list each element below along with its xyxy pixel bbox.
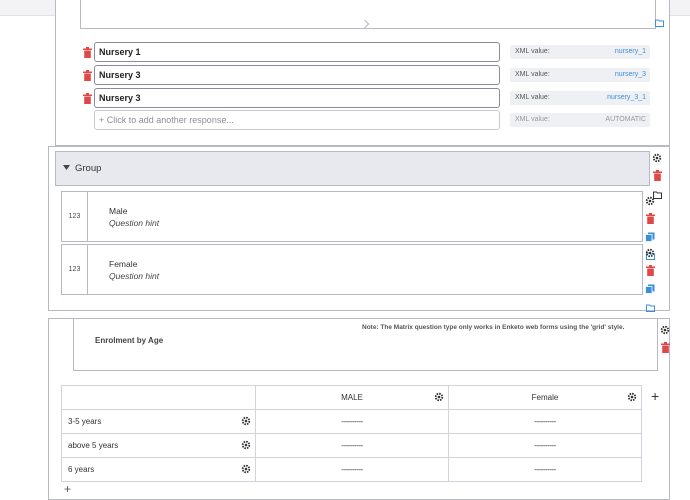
matrix-row-header[interactable]: 6 years	[61, 457, 256, 482]
question-actions	[644, 245, 656, 317]
row-label[interactable]: 6 years	[68, 465, 94, 474]
add-response-input[interactable]: + Click to add another response...	[94, 110, 500, 130]
response-label-input[interactable]: Nursery 3	[94, 88, 500, 108]
column-label[interactable]: Female	[532, 393, 559, 402]
response-label-input[interactable]: Nursery 1	[94, 42, 500, 62]
gear-icon[interactable]	[627, 392, 637, 402]
trash-icon[interactable]	[82, 69, 92, 81]
xml-value[interactable]: nursery_3_1	[607, 91, 646, 105]
xml-value-label: XML value:	[515, 94, 550, 101]
gear-icon[interactable]	[659, 324, 671, 336]
trash-icon[interactable]	[82, 92, 92, 104]
xml-value-box[interactable]: XML value: nursery_1	[510, 45, 650, 59]
gear-icon[interactable]	[241, 416, 251, 426]
question-label[interactable]: Female	[109, 259, 137, 269]
group-title[interactable]: Group	[75, 163, 101, 174]
matrix-row-header[interactable]: 3-5 years	[61, 409, 256, 434]
matrix-header-row: MALE Female	[61, 385, 642, 410]
trash-icon[interactable]	[644, 265, 656, 277]
question-hint[interactable]: Question hint	[109, 218, 159, 228]
gear-icon[interactable]	[241, 464, 251, 474]
matrix-table: MALE Female 3-5 years ---------- -------…	[61, 385, 642, 482]
matrix-cell[interactable]: ----------	[448, 433, 642, 458]
xml-value[interactable]: nursery_1	[615, 45, 646, 59]
trash-icon[interactable]	[82, 46, 92, 58]
matrix-column-header[interactable]: Female	[448, 385, 642, 410]
xml-value-label: XML value:	[515, 116, 550, 123]
add-column-button[interactable]: +	[651, 388, 659, 404]
matrix-actions	[659, 322, 671, 358]
xml-value[interactable]: nursery_3	[615, 68, 646, 82]
xml-value-box[interactable]: XML value: nursery_3	[510, 68, 650, 82]
question-card-female[interactable]: 123 Female Question hint	[61, 244, 643, 295]
group-header[interactable]: Group	[55, 151, 650, 186]
matrix-title[interactable]: Enrolment by Age	[95, 336, 163, 345]
duplicate-icon[interactable]	[644, 283, 656, 295]
matrix-row: 6 years ---------- ----------	[61, 457, 642, 482]
add-row-button[interactable]: +	[64, 483, 71, 495]
question-label[interactable]: Male	[109, 206, 127, 216]
folder-icon[interactable]	[654, 18, 664, 28]
row-label[interactable]: 3-5 years	[68, 417, 101, 426]
matrix-corner-cell	[61, 385, 256, 410]
xml-value-automatic: AUTOMATIC	[605, 116, 646, 123]
matrix-cell[interactable]: ----------	[255, 457, 449, 482]
integer-type-icon: 123	[62, 192, 88, 241]
caret-down-icon[interactable]	[63, 165, 70, 170]
matrix-cell[interactable]: ----------	[255, 433, 449, 458]
duplicate-icon[interactable]	[644, 231, 656, 243]
xml-value-box: XML value: AUTOMATIC	[510, 113, 650, 127]
question-hint[interactable]: Question hint	[109, 271, 159, 281]
trash-icon[interactable]	[659, 342, 671, 354]
row-label[interactable]: above 5 years	[68, 441, 118, 450]
xml-value-label: XML value:	[515, 71, 550, 78]
matrix-column-header[interactable]: MALE	[255, 385, 449, 410]
xml-value-label: XML value:	[515, 48, 550, 55]
gear-icon[interactable]	[644, 247, 656, 259]
matrix-cell[interactable]: ----------	[448, 457, 642, 482]
gear-icon[interactable]	[644, 195, 656, 207]
matrix-cell[interactable]: ----------	[448, 409, 642, 434]
integer-type-icon: 123	[62, 245, 88, 294]
question-card-male[interactable]: 123 Male Question hint	[61, 191, 643, 242]
response-label-input[interactable]: Nursery 3	[94, 65, 500, 85]
matrix-row: 3-5 years ---------- ----------	[61, 409, 642, 434]
folder-icon[interactable]	[644, 302, 656, 314]
matrix-cell[interactable]: ----------	[255, 409, 449, 434]
matrix-note: Note: The Matrix question type only work…	[362, 324, 625, 331]
matrix-row-header[interactable]: above 5 years	[61, 433, 256, 458]
matrix-row: above 5 years ---------- ----------	[61, 433, 642, 458]
gear-icon[interactable]	[434, 392, 444, 402]
gear-icon[interactable]	[651, 152, 663, 164]
gear-icon[interactable]	[241, 440, 251, 450]
trash-icon[interactable]	[644, 213, 656, 225]
xml-value-box[interactable]: XML value: nursery_3_1	[510, 91, 650, 105]
column-label[interactable]: MALE	[341, 393, 363, 402]
trash-icon[interactable]	[651, 170, 663, 182]
